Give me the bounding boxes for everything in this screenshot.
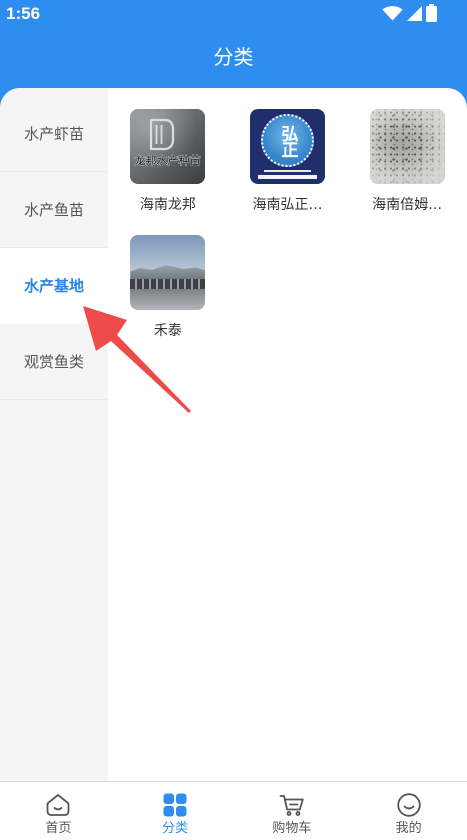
tab-mine[interactable]: 我的 <box>350 782 467 840</box>
app-screen: 1:56 分类 水产虾苗 水产鱼苗 水产基地 观赏鱼类 龙邦水产种苗 海南龙邦 … <box>0 0 467 840</box>
home-icon <box>45 792 71 818</box>
wifi-icon <box>382 5 403 21</box>
signal-icon <box>407 5 422 21</box>
sidebar-item-label: 水产鱼苗 <box>23 201 84 219</box>
page-header: 分类 <box>0 42 467 72</box>
tab-label: 购物车 <box>272 821 312 836</box>
battery-icon <box>426 4 437 22</box>
tab-shopping-cart[interactable]: 购物车 <box>234 782 351 840</box>
hongzheng-logo: 弘正 <box>249 109 325 184</box>
category-sidebar: 水产虾苗 水产鱼苗 水产基地 观赏鱼类 <box>0 88 108 781</box>
sidebar-item-fish-fry[interactable]: 水产鱼苗 <box>0 172 108 248</box>
hetai-thumbnail <box>130 235 206 310</box>
status-time: 1:56 <box>6 4 41 23</box>
category-panel: 水产虾苗 水产鱼苗 水产基地 观赏鱼类 龙邦水产种苗 海南龙邦 弘正 海南弘正…… <box>0 88 467 781</box>
longbang-logo-text: 龙邦水产种苗 <box>135 154 201 167</box>
bottom-tab-bar: 首页 分类 购物车 我的 <box>0 781 467 840</box>
hetai-ground <box>130 289 206 310</box>
page-title: 分类 <box>213 45 254 69</box>
beimu-photo-vignette <box>369 109 445 184</box>
category-grid: 龙邦水产种苗 海南龙邦 弘正 海南弘正… 海南倍姆… 禾泰 <box>108 88 467 781</box>
category-item-label: 海南龙邦 <box>139 197 196 213</box>
sidebar-item-shrimp-fry[interactable]: 水产虾苗 <box>0 96 108 172</box>
category-item-hainan-beimu[interactable]: 海南倍姆… <box>347 109 467 215</box>
category-grid-icon <box>162 792 188 818</box>
status-bar: 1:56 <box>0 0 467 28</box>
sidebar-item-ornamental-fish[interactable]: 观赏鱼类 <box>0 324 108 400</box>
hongzheng-logo-text: 弘正 <box>277 124 298 157</box>
category-item-hetai[interactable]: 禾泰 <box>108 235 228 341</box>
tab-label: 分类 <box>162 821 189 836</box>
shopping-cart-icon <box>279 792 305 818</box>
profile-smile-icon <box>396 792 422 818</box>
sidebar-item-label: 水产虾苗 <box>23 125 84 143</box>
status-icons <box>382 4 437 22</box>
tab-label: 我的 <box>395 821 422 836</box>
category-item-label: 禾泰 <box>153 323 182 339</box>
longbang-photo: 龙邦水产种苗 <box>130 109 206 184</box>
beimu-thumbnail <box>369 109 445 184</box>
category-item-hainan-hongzheng[interactable]: 弘正 海南弘正… <box>228 109 348 215</box>
category-item-hainan-longbang[interactable]: 龙邦水产种苗 海南龙邦 <box>108 109 228 215</box>
tab-home[interactable]: 首页 <box>0 782 117 840</box>
hongzheng-tagline-bar <box>263 170 311 172</box>
hetai-building-facade <box>130 279 206 289</box>
tab-label: 首页 <box>45 821 72 836</box>
category-item-label: 海南弘正… <box>252 197 323 213</box>
sidebar-item-label: 水产基地 <box>23 277 84 295</box>
hongzheng-bottom-strip <box>257 175 317 179</box>
longbang-thumbnail: 龙邦水产种苗 <box>130 109 206 184</box>
sidebar-item-label: 观赏鱼类 <box>23 353 84 371</box>
sidebar-item-aquaculture-base[interactable]: 水产基地 <box>0 248 108 324</box>
tab-category[interactable]: 分类 <box>117 782 234 840</box>
category-item-label: 海南倍姆… <box>372 197 443 213</box>
hongzheng-badge: 弘正 <box>260 114 314 167</box>
